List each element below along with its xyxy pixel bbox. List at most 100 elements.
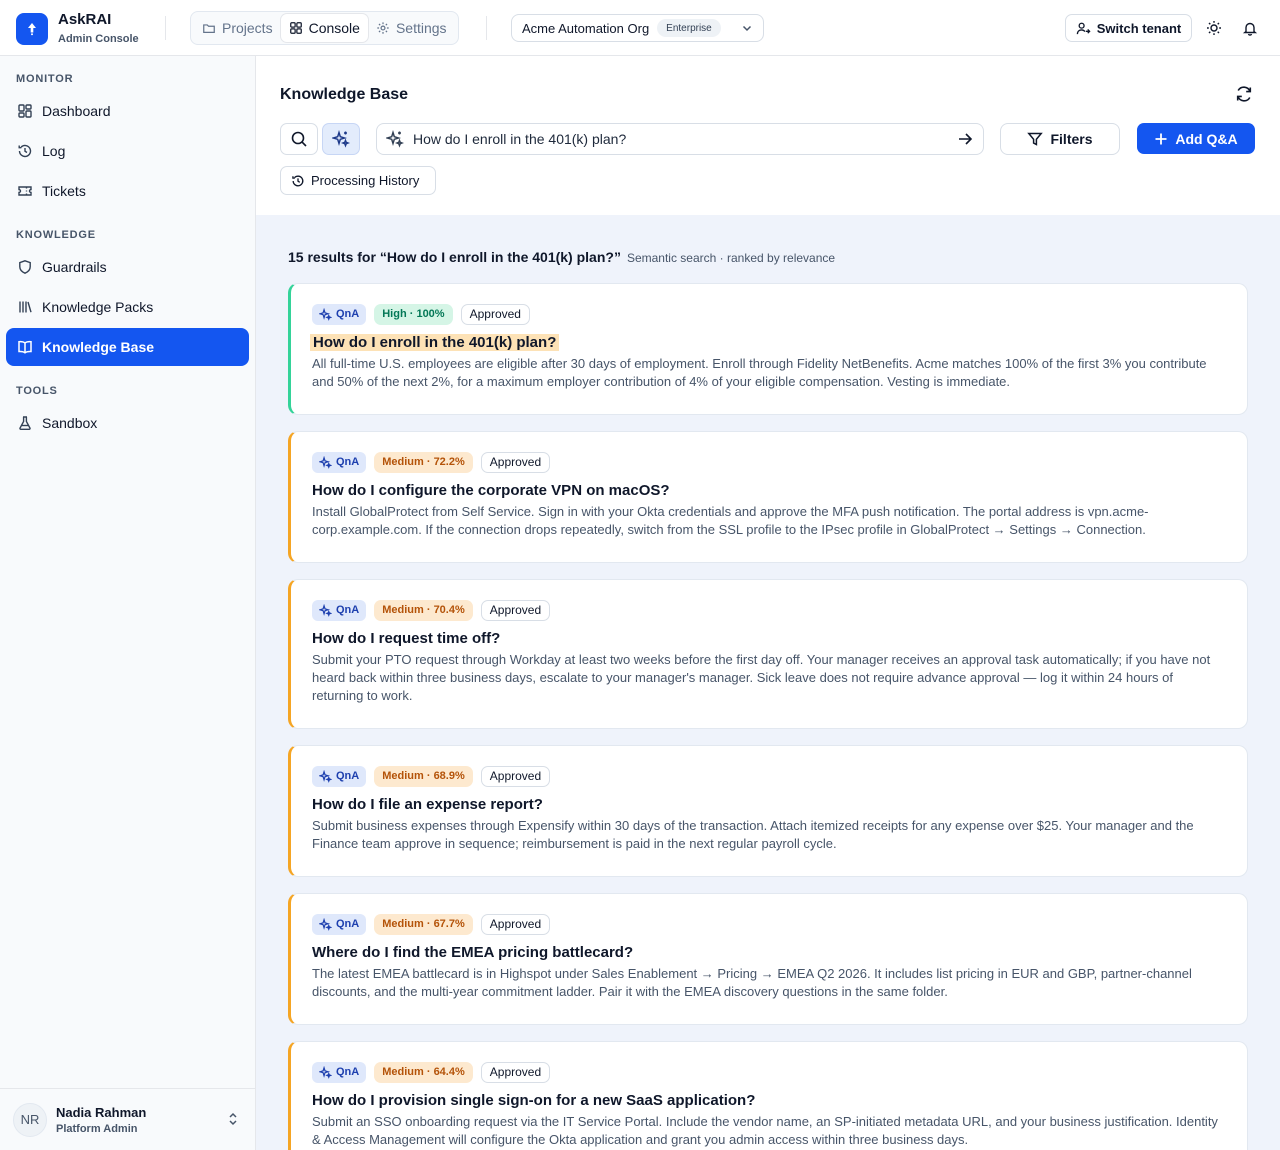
- question-title: How do I enroll in the 401(k) plan?: [310, 333, 1227, 353]
- brand-name: AskRAI: [58, 11, 112, 28]
- answer-text: Install GlobalProtect from Self Service.…: [312, 504, 1149, 537]
- sidebar-item-guardrails[interactable]: Guardrails: [6, 248, 249, 286]
- filters-button[interactable]: Filters: [1000, 123, 1120, 155]
- type-badge: QnA: [312, 303, 367, 325]
- result-card[interactable]: QnA High · 100% Approved How do I enroll…: [288, 283, 1248, 415]
- brand-logo-icon: [16, 13, 48, 45]
- sidebar-item-knowledge-packs[interactable]: Knowledge Packs: [6, 288, 249, 326]
- user-role: Platform Admin: [56, 1122, 138, 1135]
- top-bar: AskRAI Admin Console Projects Console Se…: [0, 0, 1280, 56]
- type-badge: QnA: [312, 599, 367, 621]
- top-nav: Projects Console Settings: [190, 11, 459, 45]
- confidence-badge: Medium · 68.9%: [374, 765, 473, 787]
- brand[interactable]: AskRAI Admin Console: [16, 12, 139, 46]
- flask-icon: [19, 416, 31, 430]
- sun-icon: [1207, 21, 1221, 35]
- results-subtitle: Semantic search · ranked by relevance: [626, 251, 836, 265]
- sidebar-item-label: Knowledge Packs: [42, 299, 154, 315]
- question-title: Where do I find the EMEA pricing battlec…: [312, 944, 634, 961]
- type-badge: QnA: [312, 1061, 367, 1083]
- search-icon: [291, 131, 307, 147]
- bell-icon: [1242, 22, 1258, 36]
- chevron-down-icon: [742, 25, 752, 32]
- nav-console[interactable]: Console: [280, 14, 368, 42]
- page-title: Knowledge Base: [280, 86, 409, 103]
- semantic-search-mode-button[interactable]: [322, 123, 360, 155]
- nav-settings[interactable]: Settings: [368, 14, 455, 42]
- sidebar-item-label: Knowledge Base: [42, 339, 155, 355]
- search-query-text: How do I enroll in the 401(k) plan?: [413, 131, 627, 147]
- sidebar-item-dashboard[interactable]: Dashboard: [6, 92, 249, 130]
- sparkles-icon: [319, 603, 332, 617]
- status-badge: Approved: [480, 765, 551, 787]
- sidebar: MONITOR Dashboard Log Tickets KNOWLEDGE …: [0, 56, 256, 1150]
- sidebar-item-tickets[interactable]: Tickets: [6, 172, 249, 210]
- results-summary: 15 results for “How do I enroll in the 4…: [288, 249, 835, 265]
- sidebar-item-label: Guardrails: [42, 259, 107, 275]
- answer-text: Submit business expenses through Expensi…: [312, 818, 1194, 851]
- grid-icon: [289, 22, 302, 34]
- result-card[interactable]: QnA Medium · 67.7% Approved Where do I f…: [288, 893, 1248, 1025]
- sidebar-item-log[interactable]: Log: [6, 132, 249, 170]
- sparkles-icon: [319, 769, 332, 783]
- answer-text: Submit an SSO onboarding request via the…: [312, 1114, 1218, 1147]
- keyword-search-mode-button[interactable]: [280, 123, 318, 155]
- sidebar-section-tools: TOOLS: [16, 385, 58, 397]
- result-card[interactable]: QnA Medium · 72.2% Approved How do I con…: [288, 431, 1248, 563]
- results-count-text: 15 results for “How do I enroll in the 4…: [288, 249, 621, 265]
- processing-history-label: Processing History: [311, 173, 420, 188]
- user-menu[interactable]: NR Nadia Rahman Platform Admin: [0, 1088, 255, 1150]
- confidence-badge: Medium · 67.7%: [374, 913, 473, 935]
- dashboard-icon: [18, 104, 32, 118]
- refresh-icon: [1236, 86, 1252, 102]
- add-qna-button[interactable]: Add Q&A: [1137, 123, 1255, 154]
- arrow-right-icon[interactable]: [956, 130, 974, 148]
- sparkles-icon: [319, 455, 332, 469]
- sidebar-item-sandbox[interactable]: Sandbox: [6, 404, 249, 442]
- user-switch-icon: [1076, 22, 1091, 34]
- sparkles-icon: [386, 130, 404, 148]
- results-panel: 15 results for “How do I enroll in the 4…: [256, 215, 1280, 1150]
- nav-projects[interactable]: Projects: [194, 14, 281, 42]
- shield-icon: [19, 260, 31, 274]
- result-card[interactable]: QnA Medium · 64.4% Approved How do I pro…: [288, 1041, 1248, 1150]
- switch-tenant-button[interactable]: Switch tenant: [1065, 14, 1192, 42]
- confidence-badge: Medium · 64.4%: [374, 1061, 473, 1083]
- history-icon: [18, 144, 32, 158]
- filters-label: Filters: [1050, 131, 1093, 147]
- org-name: Acme Automation Org: [522, 20, 650, 36]
- book-icon: [18, 340, 32, 354]
- org-selector[interactable]: Acme Automation Org Enterprise: [511, 14, 764, 42]
- question-title: How do I configure the corporate VPN on …: [312, 482, 670, 499]
- type-badge: QnA: [312, 765, 367, 787]
- sidebar-section-monitor: MONITOR: [16, 73, 74, 85]
- refresh-button[interactable]: [1234, 84, 1254, 109]
- theme-toggle-button[interactable]: [1204, 18, 1224, 38]
- confidence-badge: High · 100%: [374, 303, 453, 325]
- switch-tenant-label: Switch tenant: [1096, 20, 1182, 36]
- sidebar-item-label: Sandbox: [42, 415, 98, 431]
- sparkles-icon: [319, 1065, 332, 1079]
- sparkles-icon: [332, 130, 350, 148]
- status-badge: Approved: [480, 913, 551, 935]
- type-badge: QnA: [312, 451, 367, 473]
- add-qna-label: Add Q&A: [1175, 130, 1238, 147]
- status-badge: Approved: [480, 451, 551, 473]
- plus-icon: [1155, 133, 1167, 144]
- notifications-button[interactable]: [1240, 18, 1260, 38]
- nav-console-label: Console: [308, 20, 360, 36]
- history-icon: [292, 175, 304, 186]
- result-card[interactable]: QnA Medium · 70.4% Approved How do I req…: [288, 579, 1248, 729]
- result-card[interactable]: QnA Medium · 68.9% Approved How do I fil…: [288, 745, 1248, 877]
- nav-settings-label: Settings: [395, 20, 447, 36]
- page-header: Knowledge Base How do I enroll in the 40…: [256, 56, 1280, 215]
- divider: [486, 16, 487, 40]
- answer-text: The latest EMEA battlecard is in Highspo…: [312, 966, 1192, 999]
- gear-icon: [377, 22, 389, 34]
- type-badge: QnA: [312, 913, 367, 935]
- brand-subtitle: Admin Console: [58, 33, 139, 45]
- processing-history-button[interactable]: Processing History: [280, 166, 436, 195]
- sidebar-item-knowledge-base[interactable]: Knowledge Base: [6, 328, 249, 366]
- search-input[interactable]: How do I enroll in the 401(k) plan?: [376, 123, 984, 155]
- nav-projects-label: Projects: [222, 20, 273, 36]
